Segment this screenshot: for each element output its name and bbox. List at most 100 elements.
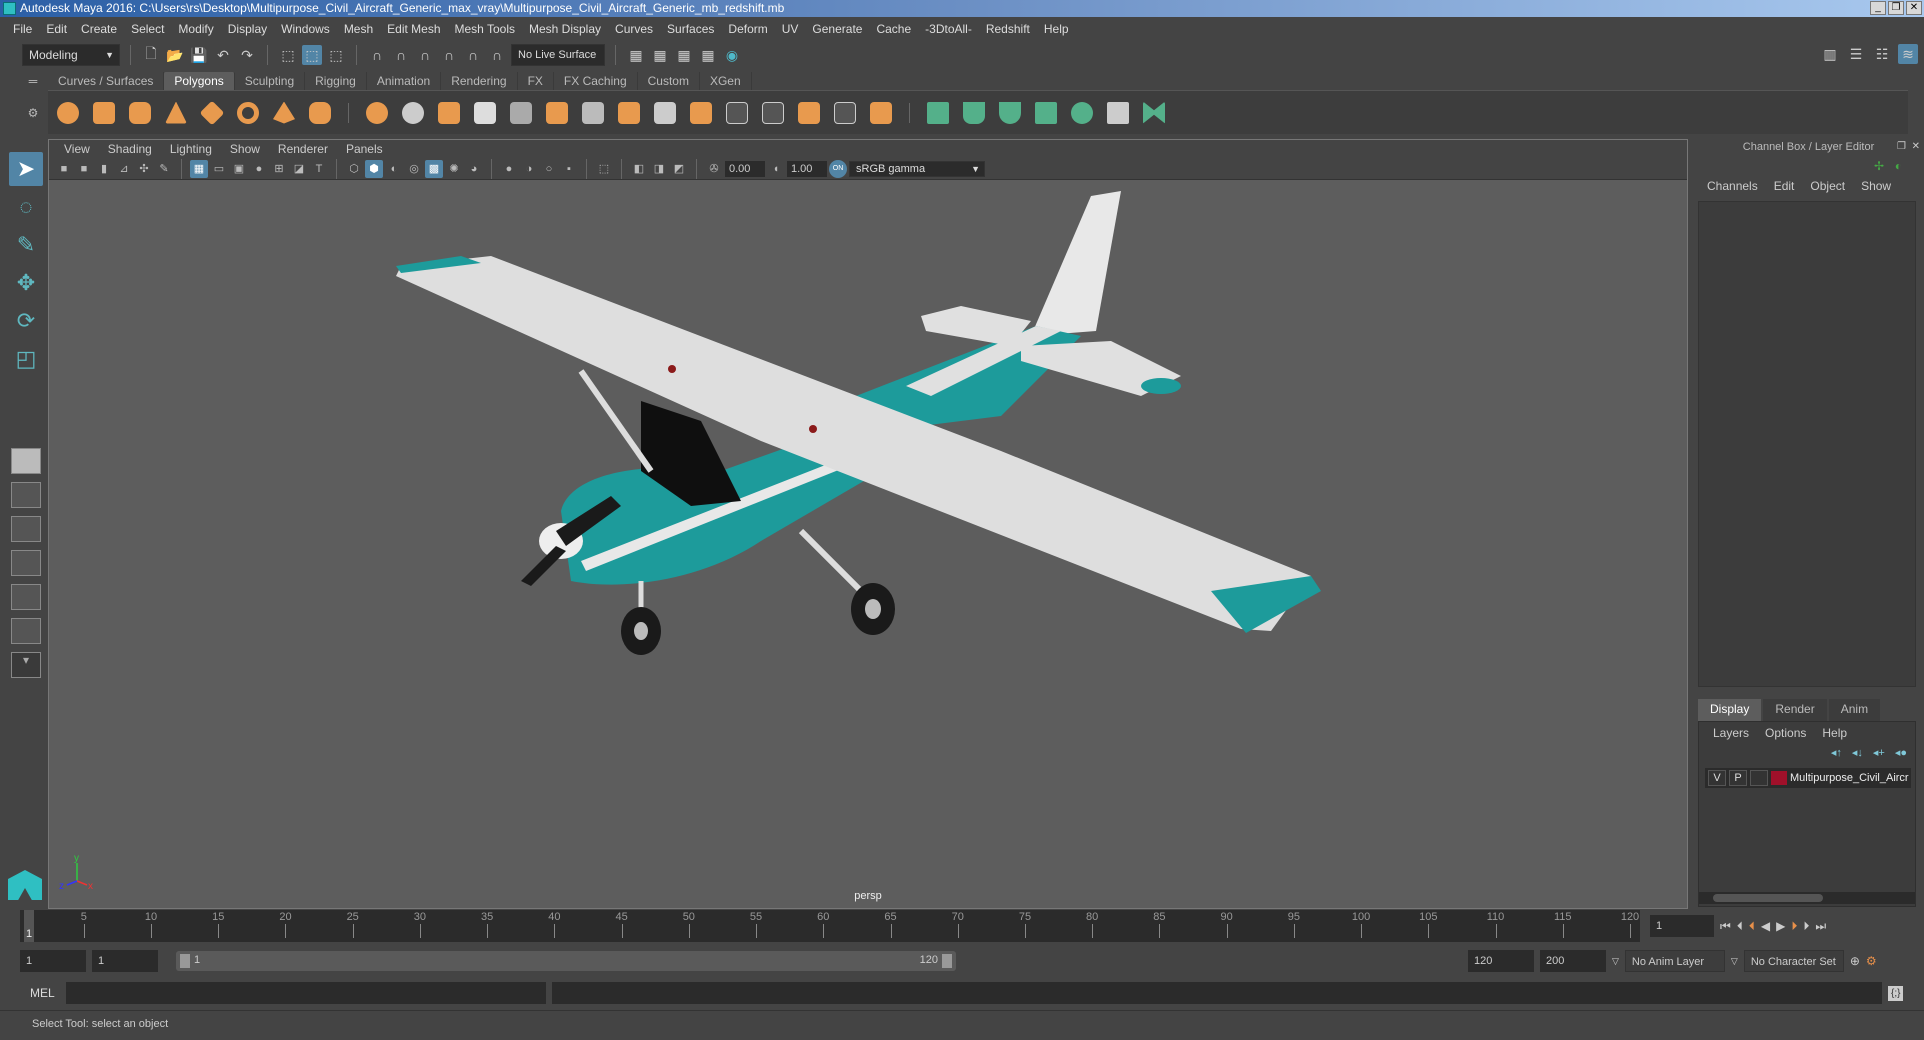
menu-deform[interactable]: Deform: [721, 22, 774, 36]
current-frame-field[interactable]: 1: [1650, 915, 1714, 937]
rotate-tool-icon[interactable]: ⟳: [9, 304, 43, 338]
anim-layer-dropdown[interactable]: No Anim Layer: [1624, 950, 1725, 972]
shelf-tab-sculpting[interactable]: Sculpting: [235, 72, 306, 90]
tool-settings-icon[interactable]: ☷: [1872, 44, 1892, 64]
quadrangulate-icon[interactable]: [867, 99, 895, 127]
depth-of-field-icon[interactable]: ▪: [560, 160, 578, 178]
scrollbar-thumb[interactable]: [1713, 894, 1823, 902]
menu-mesh-display[interactable]: Mesh Display: [522, 22, 608, 36]
remesh-icon[interactable]: [543, 99, 571, 127]
separate-icon[interactable]: [399, 99, 427, 127]
gamma-field[interactable]: 1.00: [787, 160, 827, 177]
playback-end-field[interactable]: 120: [1468, 950, 1534, 972]
command-input[interactable]: [66, 982, 546, 1004]
make-live-icon[interactable]: ∩: [487, 45, 507, 65]
safe-action-icon[interactable]: ◪: [290, 160, 308, 178]
undo-icon[interactable]: ↶: [213, 45, 233, 65]
poly-sphere-icon[interactable]: [54, 99, 82, 127]
channel-menu-channels[interactable]: Channels: [1699, 179, 1766, 199]
smooth-shade-icon[interactable]: ⬢: [365, 159, 383, 178]
triangulate-icon[interactable]: [795, 99, 823, 127]
shelf-tab-fx[interactable]: FX: [518, 72, 554, 90]
menu-uv[interactable]: UV: [775, 22, 806, 36]
menu-redshift[interactable]: Redshift: [979, 22, 1037, 36]
select-camera-icon[interactable]: ■: [55, 160, 73, 178]
menu-edit[interactable]: Edit: [39, 22, 74, 36]
use-all-lights-icon[interactable]: ✺: [445, 160, 463, 178]
grease-pencil-icon[interactable]: ✎: [155, 160, 173, 178]
modeling-toolkit-icon[interactable]: ▥: [1820, 44, 1840, 64]
layer-name[interactable]: Multipurpose_Civil_Aircr: [1790, 772, 1909, 784]
layer-color-swatch[interactable]: [1771, 771, 1787, 785]
color-management-toggle[interactable]: ON: [829, 159, 847, 178]
snap-curve-icon[interactable]: ∩: [391, 45, 411, 65]
edge-loop-icon[interactable]: [723, 99, 751, 127]
chevron-down-icon[interactable]: ▽: [1731, 956, 1738, 967]
more-layouts-icon[interactable]: ▾: [11, 652, 41, 678]
move-layer-down-icon[interactable]: ◂↓: [1852, 746, 1863, 759]
xray-joints-icon[interactable]: ◧: [630, 160, 648, 178]
go-to-start-icon[interactable]: ⏮: [1720, 919, 1731, 934]
menu-windows[interactable]: Windows: [274, 22, 337, 36]
menu-mesh[interactable]: Mesh: [337, 22, 380, 36]
safe-title-icon[interactable]: T: [310, 160, 328, 178]
new-layer-selected-icon[interactable]: ◂●: [1895, 746, 1907, 759]
image-plane-icon[interactable]: ⊿: [115, 160, 133, 178]
float-panel-icon[interactable]: ❐: [1897, 141, 1906, 152]
smooth-icon[interactable]: [471, 99, 499, 127]
snap-grid-icon[interactable]: ∩: [367, 45, 387, 65]
character-set-dropdown[interactable]: No Character Set: [1743, 950, 1844, 972]
film-gate-icon[interactable]: ▭: [210, 160, 228, 178]
layer-tab-anim[interactable]: Anim: [1828, 699, 1881, 721]
step-back-icon[interactable]: ⏴: [1737, 919, 1743, 934]
contour-stretch-uv-icon[interactable]: [1068, 99, 1096, 127]
four-view-layout-icon[interactable]: [11, 482, 41, 508]
move-tool-icon[interactable]: ✥: [9, 266, 43, 300]
snap-surface-icon[interactable]: ∩: [463, 45, 483, 65]
move-layer-up-icon[interactable]: ◂↑: [1831, 746, 1842, 759]
viewport-menu-renderer[interactable]: Renderer: [269, 142, 337, 156]
poly-cone-icon[interactable]: [162, 99, 190, 127]
layer-menu-help[interactable]: Help: [1814, 726, 1855, 740]
redo-icon[interactable]: ↷: [237, 45, 257, 65]
shelf-settings-icon[interactable]: ⚙: [22, 106, 44, 120]
bookmark-icon[interactable]: ▮: [95, 160, 113, 178]
insert-loop-icon[interactable]: [759, 99, 787, 127]
gamma-icon[interactable]: ◖: [767, 160, 785, 178]
channel-menu-object[interactable]: Object: [1802, 179, 1853, 199]
textured-icon[interactable]: ▩: [425, 159, 443, 178]
layer-horizontal-scrollbar[interactable]: [1699, 892, 1915, 904]
chevron-down-icon[interactable]: ▽: [1612, 956, 1619, 967]
channel-menu-show[interactable]: Show: [1853, 179, 1899, 199]
step-forward-key-icon[interactable]: ⏵: [1791, 919, 1797, 934]
time-slider[interactable]: 1 5 10 15 20 25 30 35 40 45 50 55 60 65 70 75 80 85 90 95 1…: [20, 910, 1640, 942]
automatic-uv-icon[interactable]: [1032, 99, 1060, 127]
new-layer-icon[interactable]: ◂+: [1873, 746, 1885, 759]
unfold-uv-icon[interactable]: [1140, 99, 1168, 127]
channel-box-list[interactable]: [1698, 201, 1916, 687]
snap-view-plane-icon[interactable]: ∩: [439, 45, 459, 65]
shelf-tab-polygons[interactable]: Polygons: [164, 72, 235, 90]
persp-outliner-layout-icon[interactable]: [11, 516, 41, 542]
menu-cache[interactable]: Cache: [869, 22, 918, 36]
select-object-icon[interactable]: ⬚: [302, 45, 322, 65]
combine-icon[interactable]: [363, 99, 391, 127]
select-tool-icon[interactable]: ➤: [9, 152, 43, 186]
layer-tab-display[interactable]: Display: [1698, 699, 1762, 721]
poly-cylinder-icon[interactable]: [126, 99, 154, 127]
hypershade-persp-layout-icon[interactable]: [11, 584, 41, 610]
menu-curves[interactable]: Curves: [608, 22, 660, 36]
merge-center-icon[interactable]: [831, 99, 859, 127]
screen-space-ao-icon[interactable]: ●: [500, 160, 518, 178]
render-settings-icon[interactable]: ▦: [698, 45, 718, 65]
open-scene-icon[interactable]: 📂: [165, 45, 185, 65]
scale-tool-icon[interactable]: ◰: [9, 342, 43, 376]
script-editor-icon[interactable]: {;}: [1888, 985, 1904, 1001]
shelf-tab-curves-surfaces[interactable]: Curves / Surfaces: [48, 72, 165, 90]
view-transform-dropdown[interactable]: sRGB gamma ▼: [849, 160, 985, 177]
aircraft-model[interactable]: [396, 191, 1321, 655]
grid-icon[interactable]: ▦: [190, 159, 208, 178]
wireframe-icon[interactable]: ⬡: [345, 160, 363, 178]
viewport-menu-view[interactable]: View: [55, 142, 99, 156]
shelf-tab-custom[interactable]: Custom: [638, 72, 700, 90]
